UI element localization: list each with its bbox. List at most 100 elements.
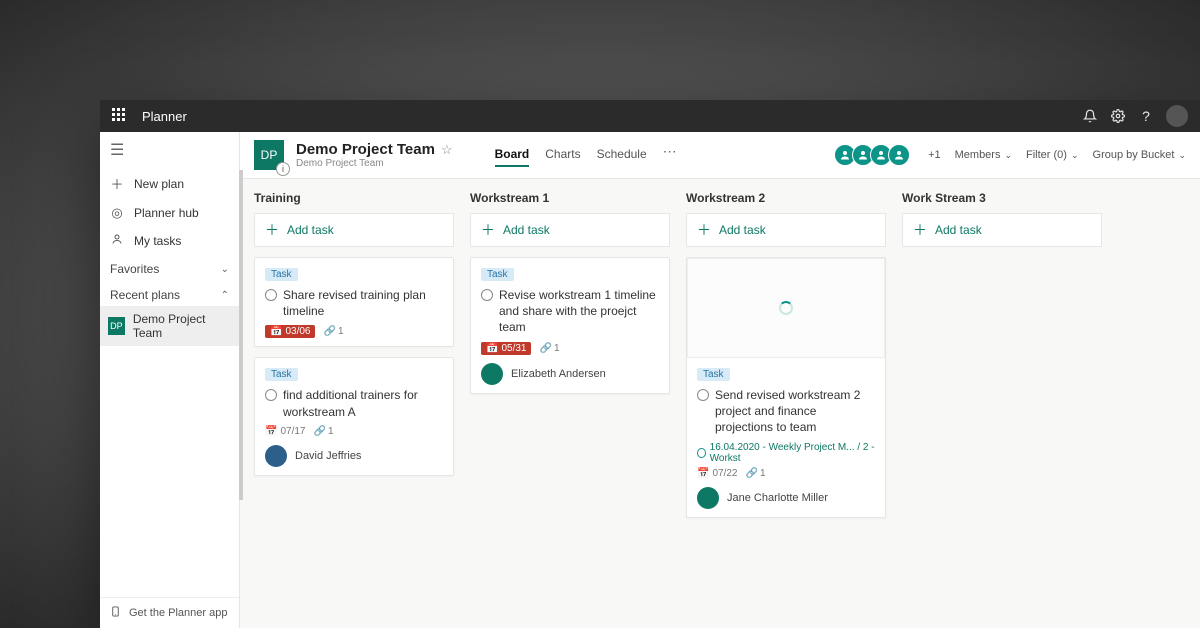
star-icon[interactable]: ☆ <box>441 142 453 158</box>
planner-hub-label: Planner hub <box>134 206 199 220</box>
planner-hub-button[interactable]: ◎ Planner hub <box>100 199 239 227</box>
complete-radio[interactable] <box>265 389 277 401</box>
task-tag: Task <box>697 368 730 381</box>
new-plan-label: New plan <box>134 177 184 191</box>
task-title: Send revised workstream 2 project and fi… <box>715 387 875 436</box>
tab-schedule[interactable]: Schedule <box>597 143 647 167</box>
due-date-badge: 📅03/06 <box>265 325 315 338</box>
app-name: Planner <box>142 109 187 124</box>
recent-plan-name: Demo Project Team <box>133 312 231 340</box>
sidebar-scrollbar[interactable] <box>239 170 243 500</box>
chevron-down-icon: ⌄ <box>1071 150 1079 161</box>
plan-subtitle: Demo Project Team <box>296 158 453 169</box>
assignee-name: David Jeffries <box>295 450 361 462</box>
get-app-label: Get the Planner app <box>129 607 227 619</box>
attachment-icon: 🔗 <box>539 343 551 354</box>
attachment-count: 🔗1 <box>323 326 343 337</box>
help-icon[interactable]: ? <box>1132 108 1160 124</box>
complete-radio[interactable] <box>697 389 709 401</box>
chevron-up-icon: ⌃ <box>221 290 229 301</box>
favorites-section[interactable]: Favorites ⌄ <box>100 254 239 280</box>
complete-radio[interactable] <box>481 289 493 301</box>
assignee-name: Elizabeth Andersen <box>511 368 606 380</box>
bucket-title[interactable]: Workstream 1 <box>470 191 670 205</box>
recent-plans-section[interactable]: Recent plans ⌃ <box>100 280 239 306</box>
bucket-title[interactable]: Work Stream 3 <box>902 191 1102 205</box>
tab-board[interactable]: Board <box>495 143 530 167</box>
task-tag: Task <box>265 368 298 381</box>
card-image-loading <box>687 258 885 358</box>
complete-radio[interactable] <box>265 289 277 301</box>
task-title: Share revised training plan timeline <box>283 287 443 319</box>
get-app-button[interactable]: Get the Planner app <box>100 597 239 628</box>
task-card[interactable]: Task Revise workstream 1 timeline and sh… <box>470 257 670 394</box>
favorites-label: Favorites <box>110 262 159 276</box>
task-card[interactable]: Task Share revised training plan timelin… <box>254 257 454 347</box>
task-title: Revise workstream 1 timeline and share w… <box>499 287 659 336</box>
app-window: Planner ? ☰ ＋ New plan ◎ Planner hub <box>100 100 1200 628</box>
more-members-count[interactable]: +1 <box>928 149 941 161</box>
recent-plans-label: Recent plans <box>110 288 180 302</box>
plus-icon: ＋ <box>481 220 495 240</box>
recent-plan-item[interactable]: DP Demo Project Team <box>100 306 239 346</box>
add-task-button[interactable]: ＋ Add task <box>902 213 1102 247</box>
member-avatars[interactable] <box>838 144 910 166</box>
filter-dropdown[interactable]: Filter (0)⌄ <box>1026 149 1079 161</box>
spinner-icon <box>779 301 793 315</box>
ring-icon <box>697 448 706 458</box>
bell-icon[interactable] <box>1076 109 1104 123</box>
main-area: DP i Demo Project Team ☆ Demo Project Te… <box>240 132 1200 628</box>
bucket-title[interactable]: Workstream 2 <box>686 191 886 205</box>
app-launcher-icon[interactable] <box>112 108 128 124</box>
plus-icon: ＋ <box>110 174 124 193</box>
attachment-count: 🔗1 <box>745 468 765 479</box>
bucket: ＋ Add task Task Share revised training p… <box>254 213 454 486</box>
task-card[interactable]: Task find additional trainers for workst… <box>254 357 454 475</box>
due-date: 📅07/17 <box>265 426 305 437</box>
due-date-badge: 📅05/31 <box>481 342 531 355</box>
my-tasks-button[interactable]: My tasks <box>100 227 239 254</box>
assignee-avatar <box>265 445 287 467</box>
due-date: 📅07/22 <box>697 468 737 479</box>
plan-title: Demo Project Team <box>296 141 435 158</box>
tab-charts[interactable]: Charts <box>545 143 580 167</box>
person-icon <box>110 233 124 248</box>
task-card[interactable]: Task Send revised workstream 2 project a… <box>686 257 886 518</box>
titlebar: Planner ? <box>100 100 1200 132</box>
sidebar: ☰ ＋ New plan ◎ Planner hub My tasks Favo… <box>100 132 240 628</box>
task-tag: Task <box>265 268 298 281</box>
add-task-button[interactable]: ＋ Add task <box>470 213 670 247</box>
task-tag: Task <box>481 268 514 281</box>
bucket: ＋ Add task <box>902 213 1102 257</box>
add-task-button[interactable]: ＋ Add task <box>686 213 886 247</box>
assignee-avatar <box>481 363 503 385</box>
user-avatar[interactable] <box>1166 105 1188 127</box>
calendar-icon: 📅 <box>265 426 277 437</box>
gear-icon[interactable] <box>1104 109 1132 123</box>
calendar-icon: 📅 <box>486 343 498 354</box>
attachment-count: 🔗1 <box>313 426 333 437</box>
bucket-title[interactable]: Training <box>254 191 454 205</box>
add-task-button[interactable]: ＋ Add task <box>254 213 454 247</box>
bucket: ＋ Add task Task Revise workstream 1 time… <box>470 213 670 404</box>
group-by-dropdown[interactable]: Group by Bucket⌄ <box>1093 149 1186 161</box>
attachment-icon: 🔗 <box>745 468 757 479</box>
assignee-avatar <box>697 487 719 509</box>
chevron-down-icon: ⌄ <box>221 264 229 275</box>
bucket: ＋ Add task Task Send revised workstream … <box>686 213 886 528</box>
view-tabs: Board Charts Schedule ⋯ <box>495 143 678 167</box>
chevron-down-icon: ⌄ <box>1004 150 1012 161</box>
attachment-icon: 🔗 <box>313 426 325 437</box>
info-icon[interactable]: i <box>276 162 290 176</box>
more-tabs-icon[interactable]: ⋯ <box>663 143 678 167</box>
phone-icon <box>110 606 121 620</box>
attachment-icon: 🔗 <box>323 326 335 337</box>
attachment-count: 🔗1 <box>539 343 559 354</box>
member-avatar <box>888 144 910 166</box>
new-plan-button[interactable]: ＋ New plan <box>100 168 239 199</box>
plan-header: DP i Demo Project Team ☆ Demo Project Te… <box>240 132 1200 179</box>
members-dropdown[interactable]: Members⌄ <box>955 149 1012 161</box>
linked-subtask[interactable]: 16.04.2020 - Weekly Project M... / 2 - W… <box>697 442 875 464</box>
hamburger-icon[interactable]: ☰ <box>100 132 239 168</box>
my-tasks-label: My tasks <box>134 234 181 248</box>
